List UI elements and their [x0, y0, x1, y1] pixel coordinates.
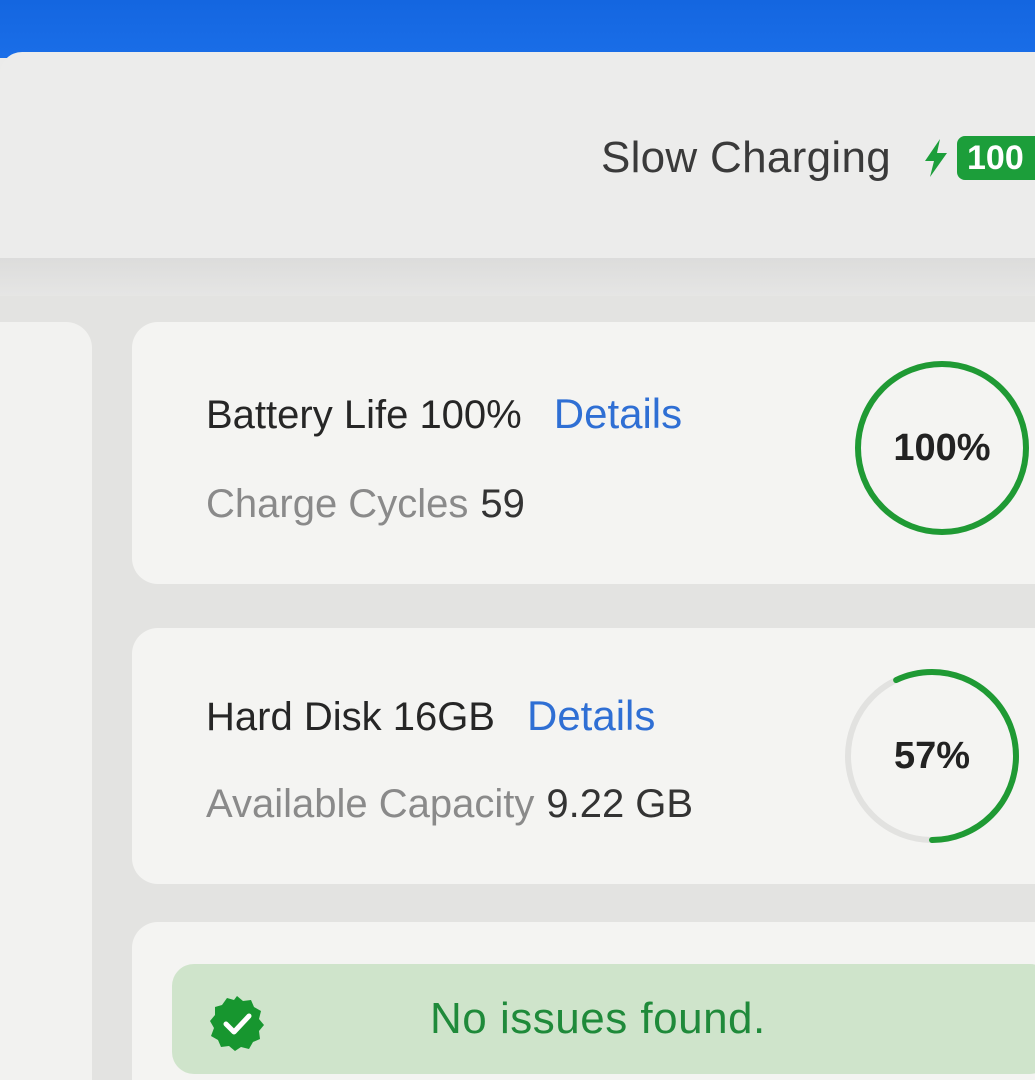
disk-gauge-label: 57%: [893, 734, 971, 777]
charge-cycles-label: Charge Cycles: [206, 482, 469, 526]
battery-level-badge: 100: [957, 136, 1035, 180]
battery-gauge: 100%: [852, 358, 1032, 538]
sidebar: ) / 5 e ) A n: [0, 322, 92, 1080]
scan-result-card: No issues found.: [132, 922, 1035, 1080]
charge-cycles-value: 59: [480, 482, 525, 526]
battery-card: Battery Life 100% Details Charge Cycles 5…: [132, 322, 1035, 584]
verified-check-icon: [210, 996, 264, 1051]
battery-life-label: Battery Life 100%: [206, 393, 522, 437]
available-capacity-label: Available Capacity: [206, 782, 535, 826]
charge-cycles-row: Charge Cycles 59: [206, 482, 525, 527]
divider: [0, 258, 1035, 298]
hard-disk-label: Hard Disk 16GB: [206, 695, 495, 739]
battery-gauge-label: 100%: [893, 426, 991, 469]
disk-title-row: Hard Disk 16GB Details: [206, 692, 655, 740]
lightning-bolt-icon: [925, 139, 947, 177]
system-status-page: Slow Charging 100 ) / 5 e ) A n Battery …: [0, 0, 1035, 1080]
battery-details-link[interactable]: Details: [554, 390, 682, 438]
disk-card: Hard Disk 16GB Details Available Capacit…: [132, 628, 1035, 884]
disk-details-link[interactable]: Details: [527, 692, 655, 740]
battery-title-row: Battery Life 100% Details: [206, 390, 682, 438]
no-issues-message: No issues found.: [430, 994, 766, 1043]
charging-label: Slow Charging: [600, 133, 891, 182]
available-capacity-row: Available Capacity 9.22 GB: [206, 782, 693, 827]
available-capacity-value: 9.22 GB: [546, 782, 694, 826]
title-bar: [0, 0, 1035, 58]
disk-gauge: 57%: [842, 666, 1022, 846]
charging-status: Slow Charging 100: [601, 128, 1035, 188]
no-issues-banner: No issues found.: [172, 964, 1035, 1074]
